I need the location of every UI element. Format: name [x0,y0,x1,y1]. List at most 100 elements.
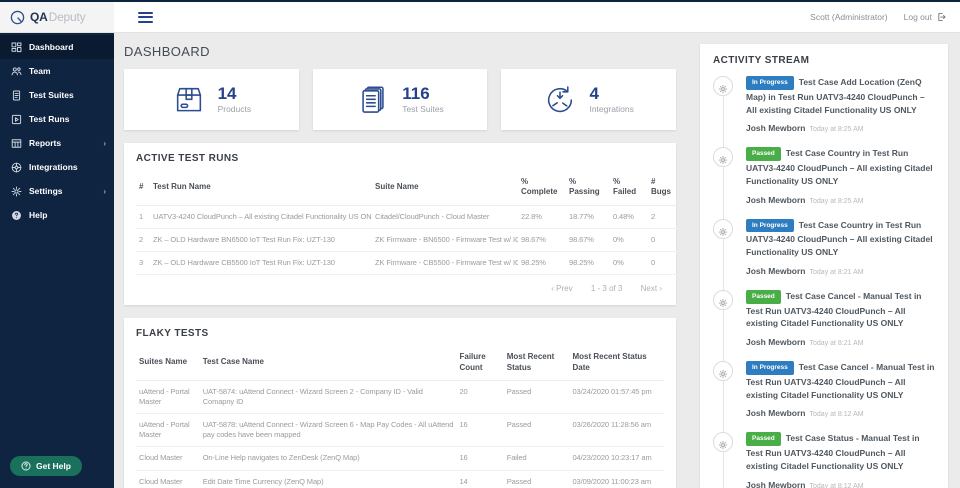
column-header: % Failed [610,170,648,206]
activity-user[interactable]: Josh Mewborn [746,480,806,488]
table-row: 1 UATV3-4240 CloudPunch – All existing Ci… [136,205,678,229]
sidebar-item-test-suites[interactable]: Test Suites [0,83,114,107]
activity-marker [713,289,733,310]
logout-button[interactable]: Log out [904,12,946,22]
table-cell: 0% [610,251,648,276]
integration-sync-icon [543,83,577,117]
activity-text[interactable]: Passed Test Case Status - Manual Test in … [746,432,935,472]
team-icon [11,66,22,77]
table-cell: Citadel/CloudPunch - Cloud Master [372,205,518,229]
page-title: DASHBOARD [124,44,210,59]
products-box-icon [172,83,206,117]
flaky-tests-table: Suites Name Test Case Name Failure Count Mo… [136,345,664,488]
table-cell: Passed [503,413,570,448]
sidebar-item-help[interactable]: Help [0,203,114,227]
column-header: # [136,170,150,206]
table-cell: 0% [610,228,648,253]
activity-text[interactable]: In Progress Test Case Country in Test Run… [746,218,935,259]
table-head: Suites Name Test Case Name Failure Count Mo… [136,345,664,381]
table-cell: 14 [456,470,504,488]
table-cell: 98.67% [566,228,610,253]
get-help-label: Get Help [36,461,71,471]
pagination-prev-button[interactable]: ‹ Prev [551,284,572,293]
active-test-runs-table: # Test Run Name Suite Name% Complete% Pass… [136,170,678,276]
active-test-runs-title: ACTIVE TEST RUNS [136,153,239,164]
main-content: DASHBOARD 14 Products 116 Test Suites 4 Integ… [124,33,678,488]
table-cell: On-Line Help navigates to ZenDesk (ZenQ … [199,446,457,471]
pagination-next-button[interactable]: Next › [641,284,662,293]
table-header-row: Suites Name Test Case Name Failure Count Mo… [136,345,664,381]
sidebar-item-reports[interactable]: Reports › [0,131,114,155]
table-cell: Failed [503,446,570,471]
active-test-runs-panel: ACTIVE TEST RUNS # Test Run Name Suite Nam… [124,143,678,306]
test-runs-icon [11,114,22,125]
sidebar-item-integrations[interactable]: Integrations [0,155,114,179]
table-row: Cloud Master On-Line Help navigates to Ze… [136,446,664,471]
stat-value: 14 [217,84,237,104]
column-header: Most Recent Status [503,345,570,381]
table-cell: Cloud Master [136,470,200,488]
stat-card-text: 14 Products [217,84,252,113]
activity-user[interactable]: Josh Mewborn [746,123,806,133]
activity-item: In Progress Test Case Cancel - Manual Tes… [713,361,935,421]
table-cell: 98.25% [566,251,610,276]
question-circle-icon [21,461,31,471]
stat-card-products[interactable]: 14 Products [124,69,299,130]
brand-deputy: Deputy [48,10,86,24]
column-header: Failure Count [456,345,504,381]
table-cell: 0 [648,228,678,253]
chevron-right-icon: › [103,186,106,196]
app-header: QA Deputy Scott (Administrator) Log out [0,2,960,33]
suites-stack-icon [356,83,390,117]
sidebar-item-team[interactable]: Team [0,59,114,83]
activity-stream-title: ACTIVITY STREAM [713,55,810,66]
brand-logo[interactable]: QA Deputy [0,2,114,32]
table-cell: 20 [456,380,504,415]
table-body: uAttend - Portal Master UAT-5874: uAttend… [136,380,664,488]
activity-timestamp: Today at 8:12 AM [809,482,864,488]
activity-marker [713,432,733,453]
menu-toggle-icon[interactable] [138,9,153,25]
flaky-tests-title: FLAKY TESTS [136,328,209,340]
stat-label: Integrations [589,103,634,114]
sidebar-item-label: Test Suites [29,90,74,100]
get-help-button[interactable]: Get Help [10,456,82,476]
sidebar-item-dashboard[interactable]: Dashboard [0,35,114,59]
column-header: # Bugs [648,170,678,206]
activity-user[interactable]: Josh Mewborn [746,266,806,276]
activity-user[interactable]: Josh Mewborn [746,337,806,347]
activity-item: In Progress Test Case Country in Test Run… [713,218,935,279]
activity-item: In Progress Test Case Add Location (ZenQ … [713,76,935,136]
table-cell: UATV3-4240 CloudPunch – All existing Cit… [150,205,372,229]
activity-byline: Josh Mewborn Today at 8:12 AM [746,475,935,488]
activity-text[interactable]: Passed Test Case Cancel - Manual Test in … [746,289,935,330]
gear-icon [718,81,728,94]
table-cell: ZK Firmware - CB5500 - Firmware Test w/ … [372,251,518,276]
activity-user[interactable]: Josh Mewborn [746,408,806,418]
sidebar-item-label: Dashboard [29,42,74,52]
table-cell: 98.25% [518,251,566,276]
table-cell: 0.48% [610,205,648,229]
status-badge: In Progress [746,361,794,375]
gear-icon [718,437,728,450]
stat-card-text: 116 Test Suites [402,84,444,113]
sidebar-item-settings[interactable]: Settings › [0,179,114,203]
activity-stream-panel: ACTIVITY STREAM In Progress Test Case Add… [700,44,948,488]
sidebar-item-test-runs[interactable]: Test Runs [0,107,114,131]
logout-icon [936,12,946,22]
table-cell: UAT-5878: uAttend Connect - Wizard Scree… [199,413,457,448]
app-shell: Dashboard Team Test Suites Test Runs Reports… [0,33,960,488]
table-row: 2 ZK – OLD Hardware BN6500 IoT Test Run F… [136,228,678,253]
table-cell: 04/23/2020 10:23:17 am [569,446,664,471]
activity-timestamp: Today at 8:25 AM [809,197,864,205]
activity-text[interactable]: In Progress Test Case Add Location (ZenQ … [746,76,935,116]
gear-icon [718,224,728,236]
table-cell: ZK – OLD Hardware BN6500 IoT Test Run Fi… [150,228,372,253]
stat-card-test-suites[interactable]: 116 Test Suites [312,69,488,130]
activity-text[interactable]: Passed Test Case Country in Test Run UATV… [746,147,935,187]
activity-text[interactable]: In Progress Test Case Cancel - Manual Tes… [746,361,935,401]
activity-user[interactable]: Josh Mewborn [746,195,806,205]
user-menu[interactable]: Scott (Administrator) [810,12,887,22]
activity-list: In Progress Test Case Add Location (ZenQ … [713,76,935,488]
stat-card-integrations[interactable]: 4 Integrations [501,69,677,130]
